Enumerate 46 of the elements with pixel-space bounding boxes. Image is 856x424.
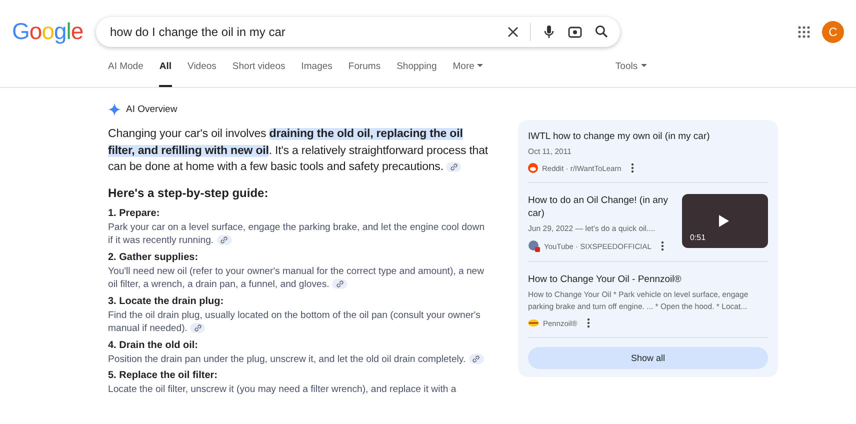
source-title[interactable]: IWTL how to change my own oil (in my car) <box>528 130 768 143</box>
search-tab[interactable]: AI Mode <box>108 61 144 87</box>
source-link[interactable] <box>468 354 484 364</box>
source-title[interactable]: How to Change Your Oil - Pennzoil® <box>528 273 768 286</box>
source-link[interactable] <box>216 235 232 246</box>
apps-grid-icon[interactable] <box>798 26 810 38</box>
source-link[interactable] <box>446 162 462 172</box>
play-icon[interactable] <box>718 214 730 228</box>
caret-icon <box>477 64 484 68</box>
more-options-icon[interactable] <box>631 163 634 173</box>
account-avatar[interactable]: C <box>822 20 844 42</box>
source-link[interactable] <box>190 323 206 334</box>
more-options-icon[interactable] <box>661 241 664 251</box>
search-tab[interactable]: Shopping <box>396 61 437 87</box>
step-text: Locate the oil filter, unscrew it (you may need a filter wrench), and replace it with a <box>108 383 458 396</box>
logo[interactable]: Google <box>12 18 96 45</box>
search-field[interactable]: how do I change the oil in my car <box>108 24 498 40</box>
source-link[interactable] <box>332 279 348 290</box>
search-tab[interactable]: Videos <box>188 61 216 87</box>
caret-icon <box>640 64 647 68</box>
guide-heading: Here's a step-by-step guide: <box>108 186 270 200</box>
step-title: 2. Gather supplies: <box>108 252 200 262</box>
step-text: Park your car on a level surface, engage the parking brake, and let the engine cool down if it was recently running. <box>108 220 486 248</box>
step-text: You'll need new oil (refer to your owner's manual for the correct type and amount), a new oil filter, a wrench, a drain pan, a funnel, and gloves. <box>108 264 486 292</box>
more-options-icon[interactable] <box>587 318 590 328</box>
tools-menu[interactable]: Tools <box>615 61 647 87</box>
step-title: 3. Locate the drain plug: <box>108 296 225 306</box>
video-duration: 0:51 <box>690 233 706 242</box>
search-tab[interactable]: Short videos <box>232 61 286 87</box>
video-thumbnail[interactable]: 0:51 <box>682 194 768 248</box>
search-tab[interactable]: Images <box>301 61 332 87</box>
search-tab[interactable]: All <box>159 61 172 87</box>
sparkle-icon <box>108 103 121 116</box>
oval-logo-icon <box>528 319 539 327</box>
step-text: Position the drain pan under the plug, unscrew it, and let the old oil drain completely. <box>108 352 490 366</box>
channel-avatar-icon <box>528 240 540 252</box>
section-title: AI Overview <box>126 104 178 115</box>
step-text: Find the oil drain plug, usually located on the bottom of the oil pan (consult your owner's manual if needed). <box>108 308 482 336</box>
step-title: 4. Drain the old oil: <box>108 340 200 350</box>
search-tab[interactable]: Forums <box>348 61 381 87</box>
show-all-button[interactable]: Show all <box>528 347 768 369</box>
step-title: 1. Prepare: <box>108 208 161 218</box>
step-title: 5. Replace the oil filter: <box>108 370 218 381</box>
more-menu[interactable]: More <box>452 61 484 87</box>
summary-text: Changing your car's oil involves draining the old oil, replacing the oil filter, and refilling with new oil. It's a relatively straightforward process that can be done at home with a few basic tools and safety precautions. <box>108 127 489 175</box>
source-title[interactable]: How to do an Oil Change! (in any car) <box>528 194 674 220</box>
